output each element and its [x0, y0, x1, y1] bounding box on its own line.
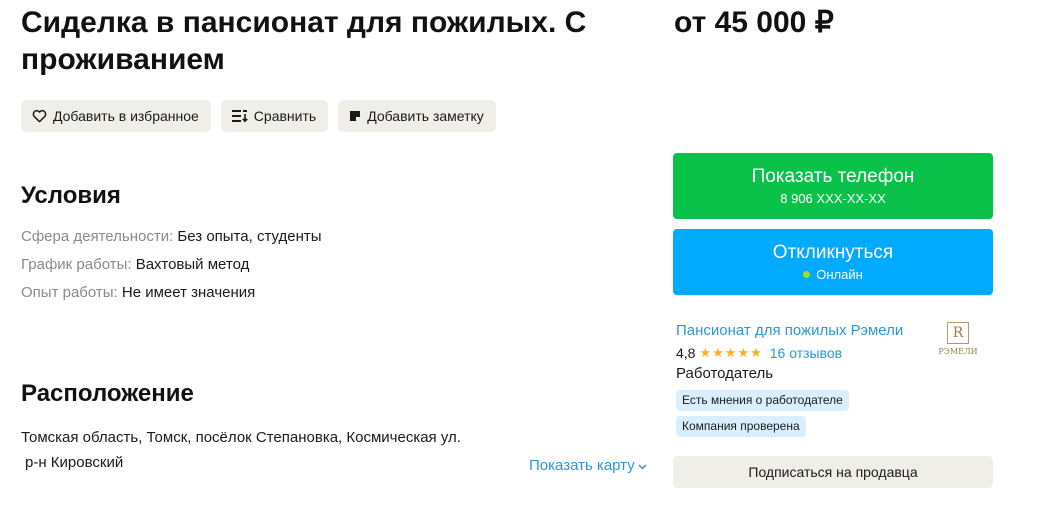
listing-title: Сиделка в пансионат для пожилых. С прожи… — [21, 6, 587, 76]
seller-type: Работодатель — [676, 365, 774, 382]
online-status: Онлайн — [803, 266, 863, 283]
listing-actions: Добавить в избранное Сравнить Добавить з… — [21, 100, 496, 132]
seller-logo-mark: R — [947, 322, 969, 344]
rating-stars: ★ ★ ★ ★ ★ — [699, 344, 761, 362]
condition-label: Сфера деятельности: — [21, 228, 174, 245]
seller-rating: 4,8 ★ ★ ★ ★ ★ 16 отзывов — [676, 344, 842, 362]
add-to-favorites-label: Добавить в избранное — [53, 108, 199, 124]
badge-employer-reviews: Есть мнения о работодателе — [676, 390, 849, 411]
show-map-label: Показать карту — [529, 457, 635, 474]
add-to-favorites-button[interactable]: Добавить в избранное — [21, 100, 211, 132]
show-phone-button[interactable]: Показать телефон 8 906 XXX-XX-XX — [673, 153, 993, 219]
listing-price: от 45 000 ₽ — [674, 6, 834, 39]
reply-label: Откликнуться — [772, 242, 894, 263]
compare-icon — [231, 109, 248, 123]
star-icon: ★ — [712, 345, 724, 360]
condition-label: Опыт работы: — [21, 284, 118, 301]
star-icon: ★ — [737, 345, 750, 360]
location-heading: Расположение — [21, 380, 194, 407]
online-dot-icon — [803, 271, 811, 278]
rating-value: 4,8 — [676, 345, 696, 361]
district-text: р-н Кировский — [25, 454, 124, 471]
reply-button[interactable]: Откликнуться Онлайн — [673, 229, 993, 295]
star-icon: ★ — [750, 345, 762, 360]
condition-value: Не имеет значения — [121, 284, 256, 301]
star-icon: ★ — [699, 345, 712, 360]
chevron-down-icon — [638, 456, 647, 476]
show-phone-label: Показать телефон — [751, 166, 915, 187]
star-icon: ★ — [724, 345, 737, 360]
conditions-heading: Условия — [21, 182, 121, 209]
note-icon — [349, 110, 361, 122]
compare-button[interactable]: Сравнить — [220, 100, 329, 132]
seller-logo-text: РЭМЕЛИ — [938, 347, 978, 356]
seller-logo[interactable]: R РЭМЕЛИ — [938, 322, 978, 364]
condition-row-sphere: Сфера деятельности: Без опыта, студенты — [21, 227, 322, 247]
reviews-link[interactable]: 16 отзывов — [770, 344, 842, 362]
masked-phone-number: 8 906 XXX-XX-XX — [780, 191, 886, 206]
condition-label: График работы: — [21, 256, 132, 273]
online-status-label: Онлайн — [816, 267, 863, 282]
badge-company-verified: Компания проверена — [676, 416, 806, 437]
add-note-button[interactable]: Добавить заметку — [338, 100, 496, 132]
condition-row-schedule: График работы: Вахтовый метод — [21, 255, 249, 275]
seller-name-link[interactable]: Пансионат для пожилых Рэмели — [676, 321, 903, 341]
add-note-label: Добавить заметку — [367, 108, 484, 124]
compare-label: Сравнить — [253, 108, 317, 124]
condition-value: Без опыта, студенты — [177, 228, 322, 245]
show-map-link[interactable]: Показать карту — [529, 456, 647, 476]
condition-value: Вахтовый метод — [135, 256, 250, 273]
subscribe-seller-button[interactable]: Подписаться на продавца — [673, 456, 993, 488]
heart-icon — [32, 109, 47, 123]
condition-row-experience: Опыт работы: Не имеет значения — [21, 283, 255, 303]
address-text: Томская область, Томск, посёлок Степанов… — [21, 429, 461, 446]
